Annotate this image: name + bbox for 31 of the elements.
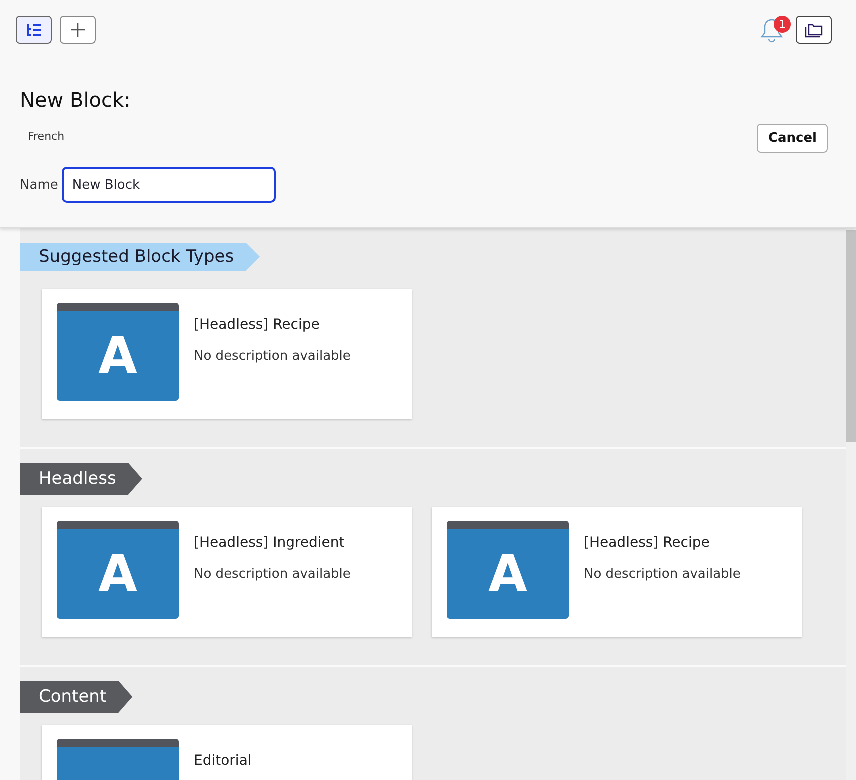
block-type-name: [Headless] Recipe — [194, 317, 321, 333]
block-type-card[interactable]: Editorial — [42, 725, 412, 780]
block-type-icon: A — [447, 521, 569, 619]
tree-list-icon — [26, 23, 42, 37]
name-label: Name — [20, 178, 58, 192]
bell-icon[interactable] — [760, 18, 784, 44]
notification-badge: 1 — [774, 16, 791, 33]
folders-button[interactable] — [796, 16, 832, 44]
section-ribbon: Suggested Block Types — [20, 243, 260, 271]
page-title: New Block: — [20, 88, 132, 112]
section-ribbon: Content — [20, 681, 133, 713]
language-label: French — [28, 130, 65, 143]
block-type-name: Editorial — [194, 753, 252, 769]
name-field[interactable]: New Block — [62, 167, 276, 203]
block-type-card[interactable]: A [Headless] Ingredient No description available — [42, 507, 412, 637]
block-type-card[interactable]: A [Headless] Recipe No description available — [42, 289, 412, 419]
block-type-icon: A — [57, 303, 179, 401]
block-type-card[interactable]: A [Headless] Recipe No description available — [432, 507, 802, 637]
block-type-description: No description available — [194, 567, 351, 582]
block-type-name: [Headless] Ingredient — [194, 535, 346, 551]
tree-view-button[interactable] — [16, 16, 52, 44]
block-type-icon: A — [57, 521, 179, 619]
section-ribbon: Headless — [20, 463, 142, 495]
cancel-button[interactable]: Cancel — [757, 124, 828, 153]
add-button[interactable] — [60, 16, 96, 44]
block-type-description: No description available — [584, 567, 741, 582]
plus-icon — [71, 23, 85, 37]
block-type-name: [Headless] Recipe — [584, 535, 711, 551]
block-type-description: No description available — [194, 349, 351, 364]
scrollbar[interactable] — [846, 228, 856, 780]
folders-icon — [804, 22, 824, 38]
